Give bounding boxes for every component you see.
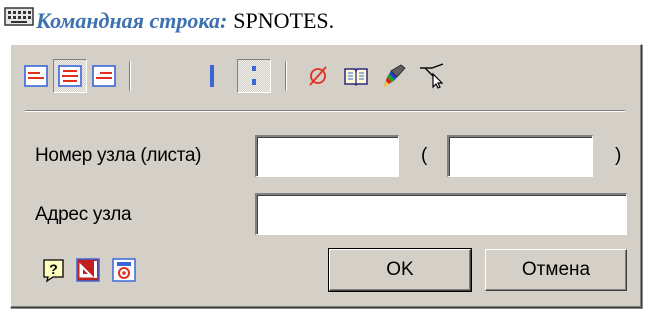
align-right-button[interactable] — [87, 59, 121, 93]
align-center-button[interactable] — [53, 59, 87, 93]
open-paren: ( — [421, 145, 428, 166]
help-icon[interactable]: ? — [41, 257, 67, 283]
sheet-number-field[interactable] — [447, 135, 593, 177]
node-number-label: Номер узла (листа) — [35, 145, 202, 166]
close-paren: ) — [615, 145, 622, 166]
dotted-line-icon — [252, 66, 256, 85]
align-center-icon — [58, 65, 82, 87]
cancel-button[interactable]: Отмена — [485, 249, 627, 291]
keyboard-icon — [4, 7, 34, 26]
command-caption: Командная строка: SPNOTES. — [4, 4, 334, 38]
node-address-field[interactable] — [255, 193, 627, 235]
toolbar-separator — [129, 61, 131, 91]
section-divider — [25, 110, 625, 112]
svg-text:?: ? — [49, 261, 58, 277]
leader-pointer-icon — [420, 63, 444, 89]
ok-button[interactable]: OK — [328, 248, 472, 292]
node-address-label: Адрес узла — [35, 204, 132, 225]
toolbar-separator — [285, 61, 287, 91]
dotted-line-button[interactable] — [237, 59, 271, 93]
spnotes-dialog: Номер узла (листа) ( ) Адрес узла ? OK О… — [10, 44, 642, 308]
single-line-button[interactable] — [195, 59, 229, 93]
single-line-icon — [210, 65, 214, 87]
align-left-button[interactable] — [19, 59, 53, 93]
paint-brush-icon — [384, 64, 406, 87]
diameter-button[interactable] — [301, 59, 335, 93]
align-right-icon — [92, 65, 116, 87]
caption-label: Командная строка: — [36, 8, 228, 33]
command-name: SPNOTES. — [233, 8, 335, 33]
align-left-icon — [24, 65, 48, 87]
paint-brush-button[interactable] — [377, 59, 411, 93]
book-button[interactable] — [339, 59, 373, 93]
settings-icon[interactable] — [111, 257, 137, 283]
leader-pointer-button[interactable] — [415, 59, 449, 93]
book-icon — [344, 68, 368, 87]
diameter-icon — [309, 66, 327, 86]
geometry-icon[interactable] — [75, 257, 101, 283]
node-number-field[interactable] — [255, 135, 399, 177]
